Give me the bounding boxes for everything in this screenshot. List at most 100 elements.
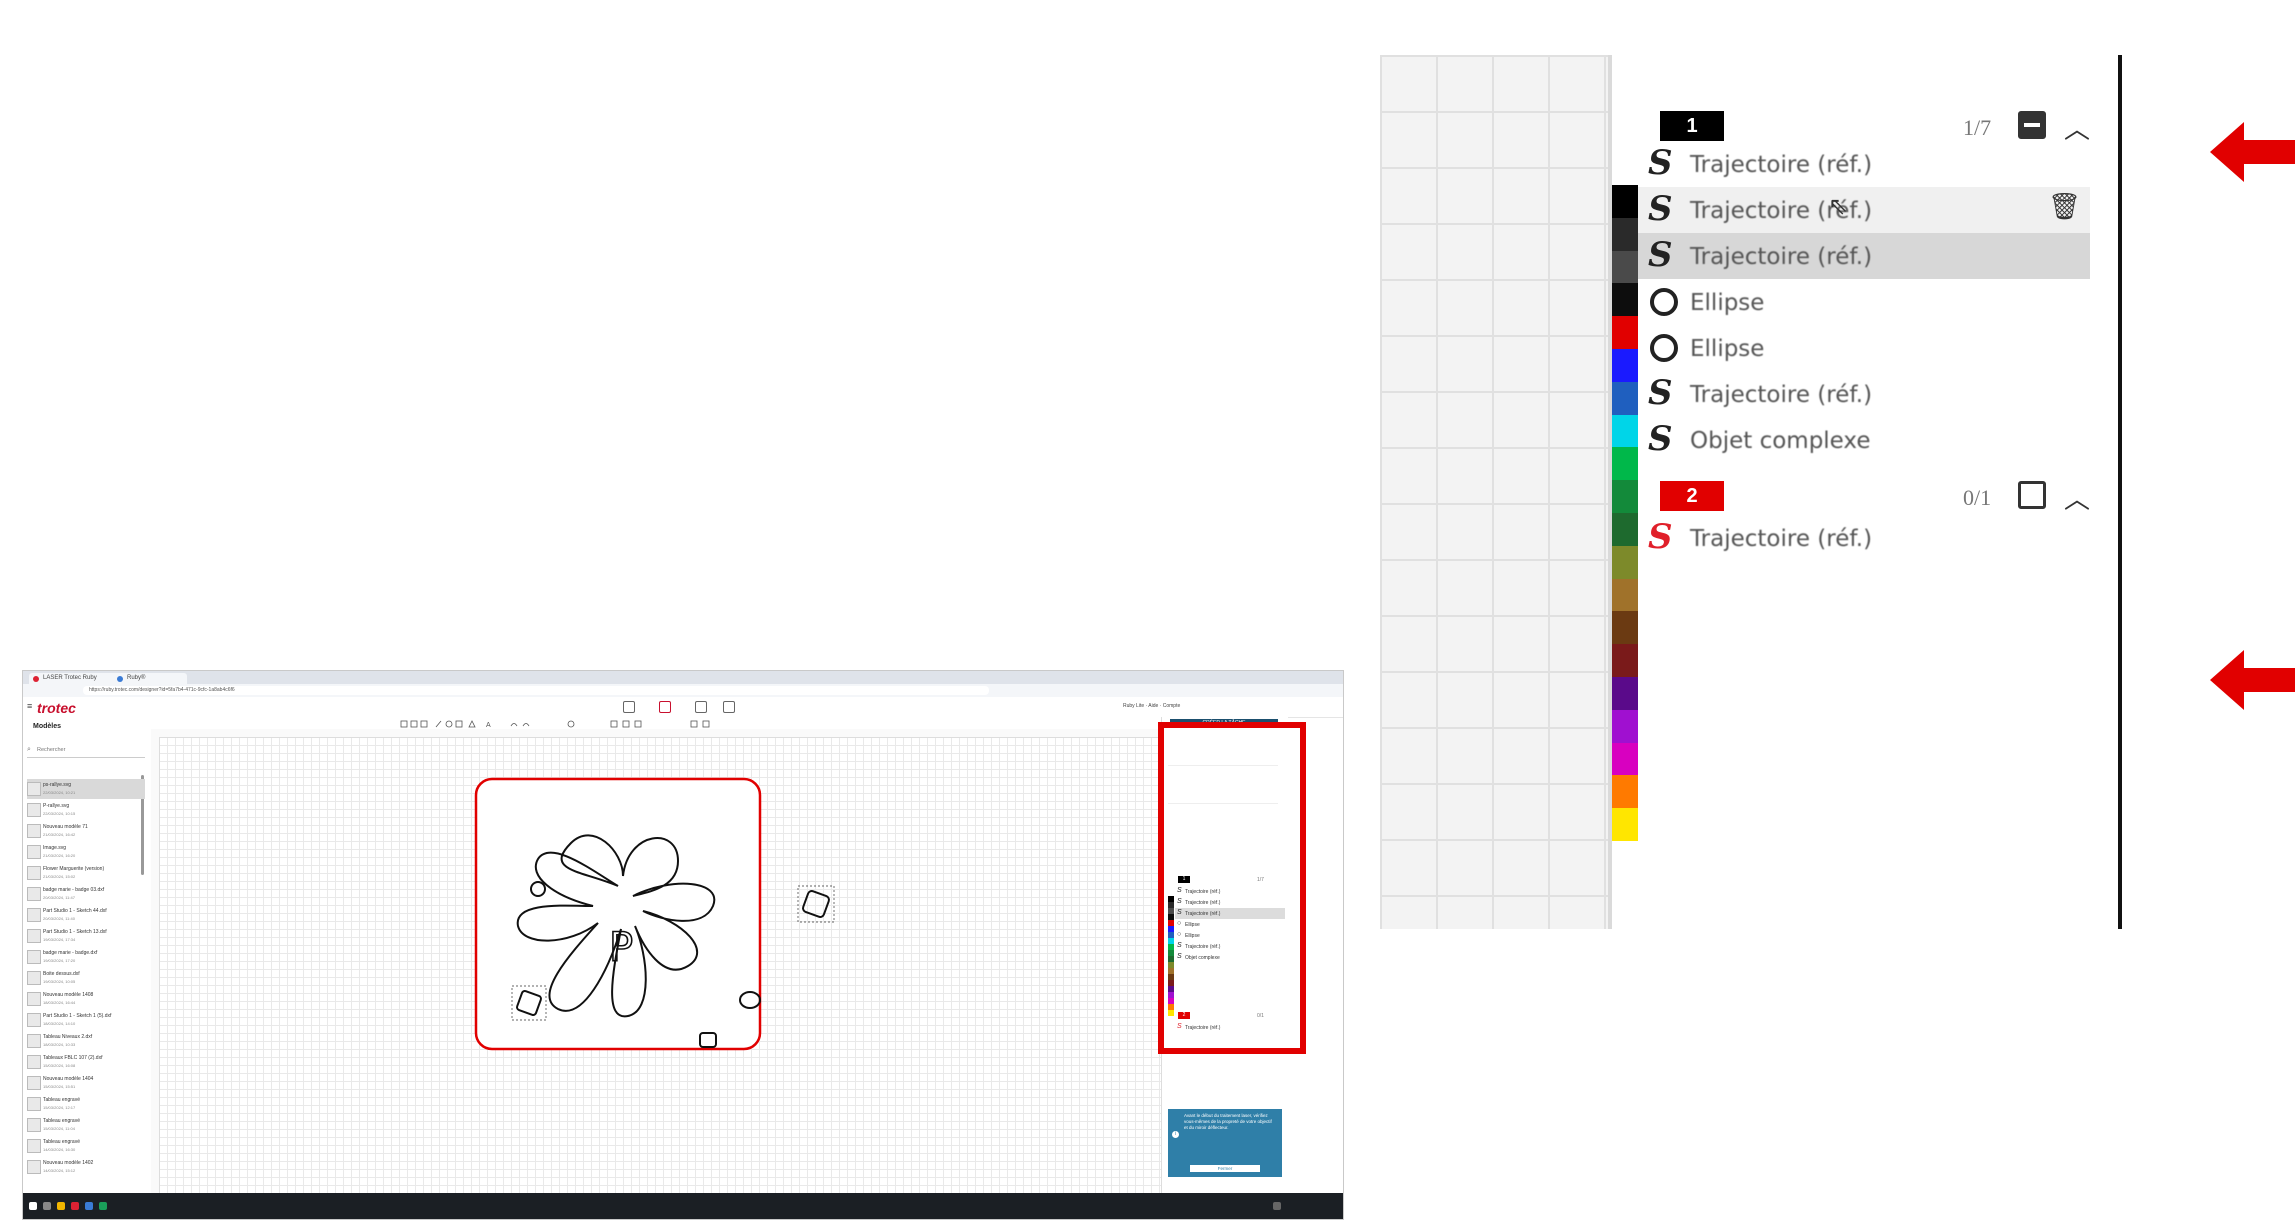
color-swatch[interactable] bbox=[1612, 381, 1638, 415]
mini-layer-item[interactable]: S Trajectoire (réf.) bbox=[1175, 897, 1285, 908]
color-swatch[interactable] bbox=[1612, 447, 1638, 481]
mini-layer-label: Trajectoire (réf.) bbox=[1185, 889, 1221, 895]
path-icon: S bbox=[1177, 887, 1182, 894]
layer-item[interactable]: S Trajectoire (réf.) bbox=[1638, 371, 2090, 417]
color-swatch[interactable] bbox=[1612, 349, 1638, 382]
design-drawing: P bbox=[474, 777, 835, 1051]
layer-item-label: Ellipse bbox=[1690, 336, 1765, 362]
mini-color-swatch[interactable] bbox=[1168, 1010, 1174, 1016]
color-swatch[interactable] bbox=[1612, 742, 1638, 776]
path-icon: S bbox=[1648, 517, 1673, 557]
layer-item[interactable]: Ellipse bbox=[1638, 279, 2090, 325]
color-swatch[interactable] bbox=[1612, 414, 1638, 448]
mini-layer-item[interactable]: S Trajectoire (réf.) bbox=[1175, 886, 1285, 897]
color-swatch[interactable] bbox=[1612, 480, 1638, 514]
ellipse-icon bbox=[1650, 288, 1678, 316]
layer-number-badge: 1 bbox=[1660, 111, 1724, 141]
ellipse-icon: ○ bbox=[1177, 931, 1182, 938]
color-swatch[interactable] bbox=[1612, 250, 1638, 284]
mini-layer-item[interactable]: ○ Ellipse bbox=[1175, 919, 1285, 930]
color-swatch[interactable] bbox=[1612, 808, 1638, 842]
mini-layer-label: Ellipse bbox=[1185, 933, 1200, 939]
cleaning-notice: i Avant le début du traitement laser, vé… bbox=[1168, 1109, 1282, 1177]
color-swatch[interactable] bbox=[1612, 545, 1638, 579]
info-icon: i bbox=[1172, 1131, 1179, 1138]
zoomed-canvas-grid bbox=[1380, 55, 1610, 929]
color-swatch[interactable] bbox=[1612, 611, 1638, 645]
color-swatch[interactable] bbox=[1612, 775, 1638, 809]
path-icon: S bbox=[1648, 373, 1673, 413]
path-icon: S bbox=[1648, 189, 1673, 229]
rotated-square-shape-2[interactable] bbox=[802, 890, 830, 918]
path-icon: S bbox=[1177, 898, 1182, 905]
mini-layer-count: 0/1 bbox=[1257, 1013, 1264, 1019]
color-swatch[interactable] bbox=[1612, 185, 1638, 218]
layer-item[interactable]: S Trajectoire (réf.) ⇖ 🗑 bbox=[1638, 187, 2090, 233]
os-taskbar bbox=[23, 1193, 1343, 1219]
layer-checkbox[interactable] bbox=[2018, 111, 2046, 139]
app-screenshot: LASER Trotec Ruby Ruby® https://ruby.tro… bbox=[22, 670, 1344, 1220]
layer-item[interactable]: S Trajectoire (réf.) bbox=[1638, 515, 2090, 561]
layer-item-label: Trajectoire (réf.) bbox=[1690, 382, 1873, 408]
layer-item[interactable]: S Objet complexe bbox=[1638, 417, 2090, 463]
panel-edge bbox=[2118, 55, 2122, 929]
color-swatch[interactable] bbox=[1612, 709, 1638, 743]
layer-item-label: Trajectoire (réf.) bbox=[1690, 244, 1873, 270]
letter-p-shape[interactable]: P bbox=[608, 924, 634, 972]
notice-close-button[interactable]: Fermer bbox=[1190, 1165, 1260, 1172]
mini-layer-label: Ellipse bbox=[1185, 922, 1200, 928]
zoomed-layers-panel: 1 1/7 ︿ 2 0/1 ︿ S Trajectoire (réf.) S Trajectoir… bbox=[1380, 55, 2122, 929]
trash-icon[interactable]: 🗑 bbox=[2048, 191, 2081, 222]
mini-layer-badge: 1 bbox=[1178, 876, 1190, 883]
chrome-icon[interactable] bbox=[71, 1202, 79, 1210]
path-icon: S bbox=[1648, 143, 1673, 183]
layer-item-label: Trajectoire (réf.) bbox=[1690, 526, 1873, 552]
color-palette bbox=[1612, 185, 1638, 842]
start-icon[interactable] bbox=[29, 1202, 37, 1210]
layer-item-label: Trajectoire (réf.) bbox=[1690, 152, 1873, 178]
ellipse-icon bbox=[1650, 334, 1678, 362]
color-swatch[interactable] bbox=[1612, 316, 1638, 350]
path-icon: S bbox=[1177, 942, 1182, 949]
mini-layer-label: Trajectoire (réf.) bbox=[1185, 944, 1221, 950]
color-swatch[interactable] bbox=[1612, 677, 1638, 710]
path-icon: S bbox=[1648, 419, 1673, 459]
mini-layer-header[interactable]: 2 0/1 bbox=[1175, 1009, 1285, 1022]
layer-checkbox[interactable] bbox=[2018, 481, 2046, 509]
color-swatch[interactable] bbox=[1612, 644, 1638, 678]
mini-layer-label: Objet complexe bbox=[1185, 955, 1220, 961]
app-icon[interactable] bbox=[99, 1202, 107, 1210]
color-swatch[interactable] bbox=[1612, 513, 1638, 546]
chevron-up-icon[interactable]: ︿ bbox=[2064, 479, 2090, 516]
path-icon: S bbox=[1177, 1023, 1182, 1030]
search-icon[interactable] bbox=[43, 1202, 51, 1210]
ellipse-icon: ○ bbox=[1177, 920, 1182, 927]
mini-layer-item[interactable]: S Objet complexe bbox=[1175, 952, 1285, 963]
layer-item[interactable]: Ellipse bbox=[1638, 325, 2090, 371]
red-arrow-icon bbox=[2210, 122, 2295, 182]
path-icon: S bbox=[1177, 953, 1182, 960]
mini-layer-item[interactable]: S Trajectoire (réf.) bbox=[1175, 908, 1285, 919]
color-swatch[interactable] bbox=[1612, 283, 1638, 317]
layer-item-label: Objet complexe bbox=[1690, 428, 1871, 454]
path-icon: S bbox=[1648, 235, 1673, 275]
layer-item-label: Ellipse bbox=[1690, 290, 1765, 316]
app-icon[interactable] bbox=[85, 1202, 93, 1210]
layer-item[interactable]: S Trajectoire (réf.) bbox=[1638, 233, 2090, 279]
tray-icon[interactable] bbox=[1273, 1202, 1281, 1210]
notice-text: Avant le début du traitement laser, véri… bbox=[1184, 1113, 1272, 1130]
layer-count: 0/1 bbox=[1963, 485, 1992, 510]
mini-layer-item[interactable]: S Trajectoire (réf.) bbox=[1175, 941, 1285, 952]
layer-number-badge: 2 bbox=[1660, 481, 1724, 511]
layer-item[interactable]: S Trajectoire (réf.) bbox=[1638, 141, 2090, 187]
color-swatch[interactable] bbox=[1612, 217, 1638, 251]
mini-layer-item[interactable]: ○ Ellipse bbox=[1175, 930, 1285, 941]
color-swatch[interactable] bbox=[1612, 578, 1638, 612]
explorer-icon[interactable] bbox=[57, 1202, 65, 1210]
mini-layer-label: Trajectoire (réf.) bbox=[1185, 900, 1221, 906]
red-arrow-icon bbox=[2210, 650, 2295, 710]
mini-layer-item[interactable]: S Trajectoire (réf.) bbox=[1175, 1022, 1285, 1033]
mini-layer-header[interactable]: 1 1/7 bbox=[1175, 873, 1285, 886]
mini-layer-label: Trajectoire (réf.) bbox=[1185, 1025, 1221, 1031]
plate-outline[interactable] bbox=[474, 777, 762, 1051]
